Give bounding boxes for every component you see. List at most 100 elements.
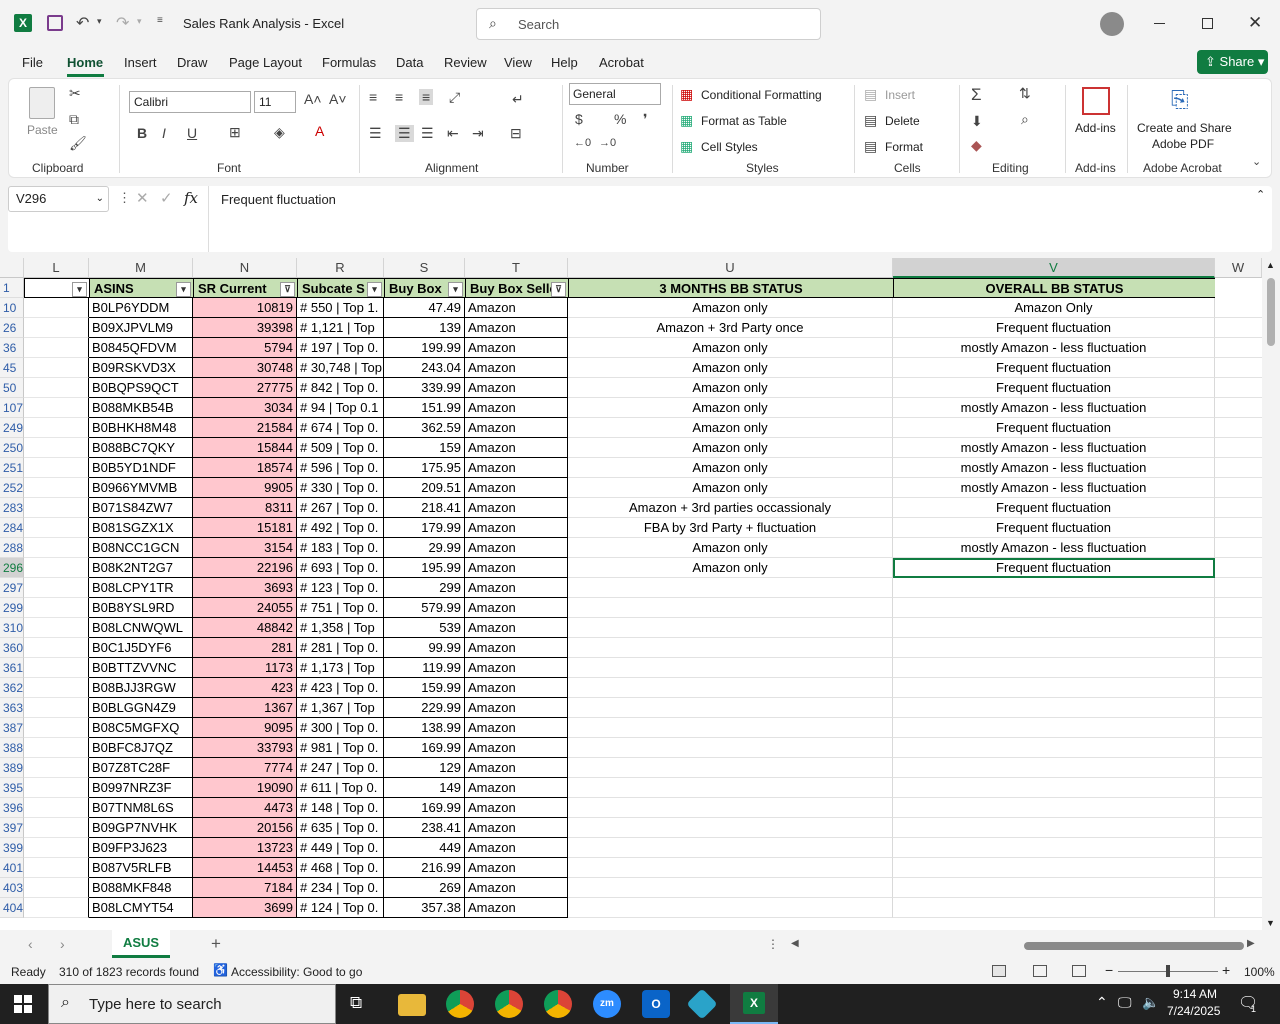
prev-sheet-icon[interactable]: ‹ xyxy=(28,936,33,952)
file-explorer-icon[interactable] xyxy=(398,994,426,1016)
table-cell-r[interactable]: # 124 | Top 0. xyxy=(297,898,384,918)
table-cell-t[interactable]: Amazon xyxy=(465,338,568,358)
table-cell[interactable] xyxy=(24,538,89,558)
table-cell-s[interactable]: 238.41 xyxy=(384,818,465,838)
table-cell-n[interactable]: 15181 xyxy=(193,518,297,538)
table-cell-s[interactable]: 362.59 xyxy=(384,418,465,438)
table-cell[interactable] xyxy=(24,638,89,658)
table-cell-v[interactable] xyxy=(893,638,1215,658)
table-cell-v[interactable] xyxy=(893,798,1215,818)
table-cell-v[interactable] xyxy=(893,698,1215,718)
row-header[interactable]: 403 xyxy=(0,878,24,898)
table-cell[interactable] xyxy=(24,878,89,898)
filter-dropdown-icon[interactable]: ⊽ xyxy=(280,282,295,297)
table-cell-w[interactable] xyxy=(1215,758,1262,778)
table-cell-s[interactable]: 99.99 xyxy=(384,638,465,658)
autosum-icon[interactable]: Σ xyxy=(971,85,982,105)
table-cell-m[interactable]: B071S84ZW7 xyxy=(89,498,193,518)
table-cell-n[interactable]: 281 xyxy=(193,638,297,658)
volume-icon[interactable]: 🔈 xyxy=(1142,994,1159,1011)
align-bottom-icon[interactable]: ≡ xyxy=(419,89,434,105)
table-cell-t[interactable]: Amazon xyxy=(465,698,568,718)
table-cell-w[interactable] xyxy=(1215,378,1262,398)
table-cell-u[interactable]: FBA by 3rd Party + fluctuation xyxy=(568,518,893,538)
table-cell[interactable] xyxy=(24,618,89,638)
table-cell-s[interactable]: 159.99 xyxy=(384,678,465,698)
table-cell-n[interactable]: 15844 xyxy=(193,438,297,458)
align-left-icon[interactable]: ☰ xyxy=(369,125,382,142)
table-cell-r[interactable]: # 30,748 | Top xyxy=(297,358,384,378)
header-cell-s[interactable]: Buy Box ▾ xyxy=(384,278,465,298)
create-share-label[interactable]: Create and Share xyxy=(1137,121,1232,135)
sheet-tab-asus[interactable]: ASUS xyxy=(112,930,170,958)
table-cell-s[interactable]: 579.99 xyxy=(384,598,465,618)
table-cell[interactable] xyxy=(24,338,89,358)
table-cell-w[interactable] xyxy=(1215,638,1262,658)
table-cell-n[interactable]: 22196 xyxy=(193,558,297,578)
table-cell-n[interactable]: 3693 xyxy=(193,578,297,598)
row-header[interactable]: 399 xyxy=(0,838,24,858)
table-cell-u[interactable]: Amazon only xyxy=(568,378,893,398)
save-icon[interactable] xyxy=(47,15,63,31)
table-cell-t[interactable]: Amazon xyxy=(465,778,568,798)
name-box[interactable]: V296 ⌄ xyxy=(8,186,109,212)
table-cell-t[interactable]: Amazon xyxy=(465,598,568,618)
table-cell-m[interactable]: B09FP3J623 xyxy=(89,838,193,858)
header-cell-n[interactable]: SR Current ⊽ xyxy=(193,278,297,298)
table-cell-u[interactable]: Amazon only xyxy=(568,478,893,498)
table-cell-s[interactable]: 195.99 xyxy=(384,558,465,578)
paste-icon[interactable] xyxy=(29,87,55,119)
table-cell-s[interactable]: 209.51 xyxy=(384,478,465,498)
table-cell[interactable] xyxy=(24,318,89,338)
table-cell-m[interactable]: B0BFC8J7QZ xyxy=(89,738,193,758)
table-cell-s[interactable]: 149 xyxy=(384,778,465,798)
row-header[interactable]: 388 xyxy=(0,738,24,758)
undo-dropdown-icon[interactable]: ▾ xyxy=(97,16,102,27)
table-cell-v[interactable] xyxy=(893,838,1215,858)
fill-color-icon[interactable]: ◈ xyxy=(274,124,285,141)
table-cell-m[interactable]: B09RSKVD3X xyxy=(89,358,193,378)
table-cell[interactable] xyxy=(24,518,89,538)
table-cell-n[interactable]: 7184 xyxy=(193,878,297,898)
table-cell-v[interactable]: Frequent fluctuation xyxy=(893,378,1215,398)
table-cell-m[interactable]: B0845QFDVM xyxy=(89,338,193,358)
zoom-slider-thumb[interactable] xyxy=(1166,965,1170,977)
vertical-scrollbar[interactable]: ▲ ▼ xyxy=(1262,258,1280,930)
table-cell-w[interactable] xyxy=(1215,618,1262,638)
table-cell-u[interactable]: Amazon + 3rd parties occassionaly xyxy=(568,498,893,518)
table-cell[interactable] xyxy=(24,398,89,418)
table-cell[interactable] xyxy=(24,758,89,778)
table-cell-r[interactable]: # 674 | Top 0. xyxy=(297,418,384,438)
table-cell-n[interactable]: 1367 xyxy=(193,698,297,718)
row-header[interactable]: 389 xyxy=(0,758,24,778)
filter-dropdown-icon[interactable]: ⊽ xyxy=(551,282,566,297)
row-header[interactable]: 50 xyxy=(0,378,24,398)
table-cell[interactable] xyxy=(24,498,89,518)
table-cell-n[interactable]: 21584 xyxy=(193,418,297,438)
header-cell-u[interactable]: 3 MONTHS BB STATUS xyxy=(568,278,893,298)
table-cell-u[interactable] xyxy=(568,778,893,798)
table-cell-v[interactable]: Frequent fluctuation xyxy=(893,418,1215,438)
table-cell-r[interactable]: # 492 | Top 0. xyxy=(297,518,384,538)
table-cell-v[interactable] xyxy=(893,858,1215,878)
table-cell-r[interactable]: # 148 | Top 0. xyxy=(297,798,384,818)
table-cell-v[interactable]: mostly Amazon - less fluctuation xyxy=(893,338,1215,358)
table-cell-n[interactable]: 3154 xyxy=(193,538,297,558)
table-cell-u[interactable] xyxy=(568,618,893,638)
table-cell-m[interactable]: B09XJPVLM9 xyxy=(89,318,193,338)
table-cell-t[interactable]: Amazon xyxy=(465,298,568,318)
filter-dropdown-icon[interactable]: ▾ xyxy=(176,282,191,297)
table-cell-v[interactable] xyxy=(893,758,1215,778)
format-cells-button[interactable]: Format xyxy=(885,140,923,154)
table-cell-s[interactable]: 47.49 xyxy=(384,298,465,318)
font-name-select[interactable]: Calibri xyxy=(129,91,251,113)
table-cell-m[interactable]: B07Z8TC28F xyxy=(89,758,193,778)
column-header-m[interactable]: M xyxy=(89,258,193,278)
table-cell-w[interactable] xyxy=(1215,538,1262,558)
normal-view-icon[interactable] xyxy=(992,965,1006,977)
table-cell[interactable] xyxy=(24,298,89,318)
table-cell-v[interactable]: mostly Amazon - less fluctuation xyxy=(893,438,1215,458)
splitter-icon[interactable]: ⋮ xyxy=(767,937,779,951)
format-as-table-button[interactable]: Format as Table xyxy=(701,114,787,128)
tab-review[interactable]: Review xyxy=(444,55,487,70)
